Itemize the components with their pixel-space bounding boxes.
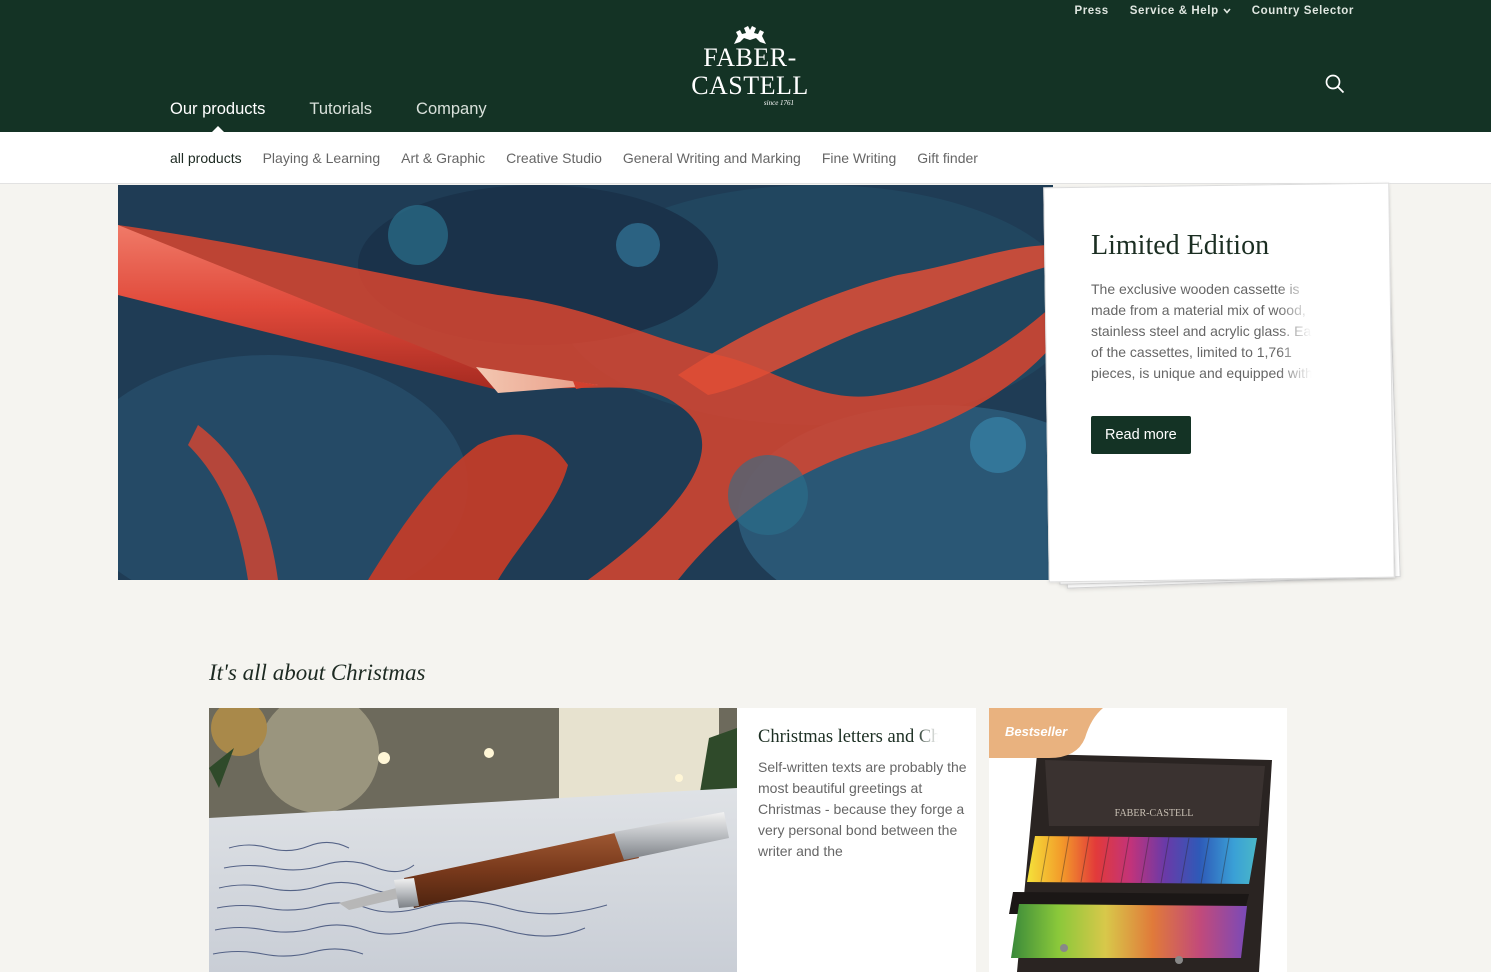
- bestseller-product-tile[interactable]: FABER-CASTELL Bestseller: [989, 708, 1287, 972]
- christmas-letters-tile[interactable]: Christmas letters and Christmas cards: G…: [209, 708, 976, 972]
- logo-wordmark: FABER-CASTELL: [691, 43, 809, 100]
- site-header: Press Service & Help Country Selector FA…: [0, 0, 1491, 133]
- subnav-playing-learning[interactable]: Playing & Learning: [263, 150, 381, 166]
- tile-description: Self-written texts are probably the most…: [758, 759, 967, 859]
- subnav-art-graphic[interactable]: Art & Graphic: [401, 150, 485, 166]
- hero-card-text: The exclusive wooden cassette is made fr…: [1091, 281, 1326, 381]
- service-help-link[interactable]: Service & Help: [1130, 5, 1231, 17]
- hero-image[interactable]: [118, 185, 1053, 580]
- nav-our-products[interactable]: Our products: [170, 100, 265, 133]
- subnav-gift-finder[interactable]: Gift finder: [917, 150, 978, 166]
- fountain-pen-image: [209, 708, 737, 972]
- service-help-label: Service & Help: [1129, 5, 1219, 17]
- utility-nav: Press Service & Help Country Selector: [1074, 5, 1354, 17]
- subnav-general-writing[interactable]: General Writing and Marking: [623, 150, 801, 166]
- marbled-paint-illustration: [118, 185, 1053, 580]
- nav-company[interactable]: Company: [416, 100, 487, 119]
- hero-card-title: Limited Edition: [1091, 230, 1270, 261]
- chevron-down-icon: [1223, 8, 1231, 14]
- tile-text: Christmas letters and Christmas cards: G…: [758, 725, 968, 862]
- logo-since: since 1761: [763, 99, 795, 107]
- nav-tutorials[interactable]: Tutorials: [309, 100, 372, 119]
- search-icon[interactable]: [1325, 74, 1345, 94]
- bestseller-badge: Bestseller: [989, 708, 1103, 758]
- press-link[interactable]: Press: [1074, 5, 1108, 17]
- country-selector-link[interactable]: Country Selector: [1252, 5, 1354, 17]
- category-nav: all products Playing & Learning Art & Gr…: [0, 132, 1491, 184]
- hero-card-content: Limited Edition The exclusive wooden cas…: [1091, 229, 1331, 454]
- main-nav: Our products Tutorials Company: [170, 100, 487, 133]
- subnav-fine-writing[interactable]: Fine Writing: [822, 150, 896, 166]
- read-more-button[interactable]: Read more: [1091, 416, 1191, 454]
- bestseller-label: Bestseller: [1005, 724, 1068, 739]
- section-title: It's all about Christmas: [209, 660, 426, 685]
- subnav-all-products[interactable]: all products: [170, 150, 242, 166]
- brand-logo[interactable]: FABER-CASTELL since 1761: [650, 24, 850, 107]
- subnav-creative-studio[interactable]: Creative Studio: [506, 150, 602, 166]
- tile-title: Christmas letters and Christmas cards: G…: [758, 727, 938, 747]
- box-logo: FABER-CASTELL: [1115, 808, 1194, 819]
